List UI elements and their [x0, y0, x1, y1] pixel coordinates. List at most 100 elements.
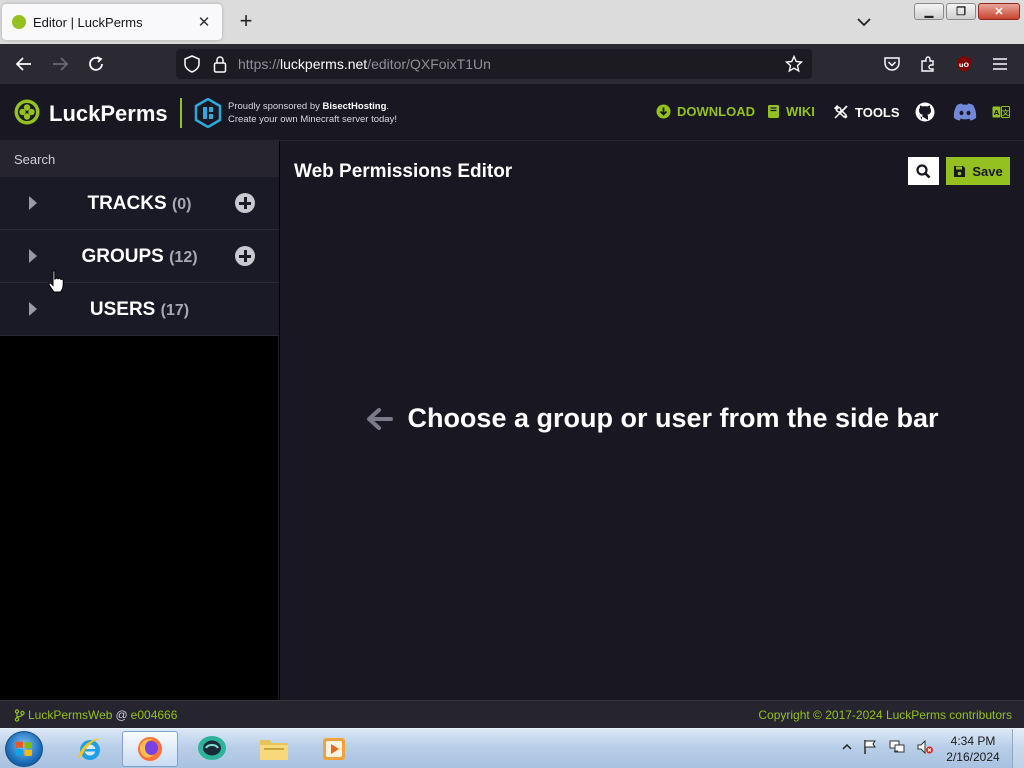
taskbar-file-explorer[interactable] — [246, 731, 302, 767]
extensions-button[interactable] — [918, 54, 938, 74]
clock-date: 2/16/2024 — [946, 750, 1000, 764]
git-branch-icon — [14, 708, 25, 722]
forward-button[interactable] — [50, 54, 70, 74]
add-group-button[interactable] — [235, 246, 255, 266]
pocket-icon — [884, 57, 900, 71]
site-security-icon[interactable] — [210, 54, 230, 74]
nav-discord[interactable] — [953, 103, 977, 121]
windows-taskbar: 4:34 PM 2/16/2024 — [0, 728, 1024, 768]
folder-icon — [260, 740, 288, 760]
tracks-count: (0) — [171, 196, 192, 213]
empty-state: Choose a group or user from the side bar — [280, 403, 1024, 434]
restore-button[interactable]: ❐ — [946, 3, 976, 20]
bookmark-button[interactable] — [784, 54, 804, 74]
ublock-origin-button[interactable]: uO — [954, 54, 974, 74]
lock-icon — [213, 56, 227, 73]
nav-wiki[interactable]: WIKI — [767, 104, 815, 119]
new-tab-button[interactable]: + — [234, 9, 258, 33]
shield-icon — [184, 55, 200, 73]
browser-tab-strip: Editor | LuckPerms ✕ + ▁ ❐ ✕ — [0, 0, 1024, 44]
ublock-origin-icon: uO — [957, 56, 971, 72]
svg-text:uO: uO — [959, 61, 970, 69]
nav-download-label: DOWNLOAD — [677, 104, 755, 119]
nav-tools-label: TOOLS — [855, 104, 900, 120]
project-name: LuckPermsWeb — [28, 708, 113, 722]
taskbar-app-green[interactable] — [184, 731, 240, 767]
internet-explorer-icon — [78, 738, 102, 760]
clock-time: 4:34 PM — [950, 734, 996, 748]
sidebar-search-input[interactable] — [0, 141, 279, 177]
taskbar-clock[interactable]: 4:34 PM 2/16/2024 — [940, 733, 1006, 765]
nav-tools[interactable]: TOOLS — [833, 104, 900, 120]
url-path: /editor/QXFoixT1Un — [367, 56, 491, 72]
book-icon — [768, 105, 779, 118]
list-all-tabs-button[interactable] — [852, 12, 876, 32]
sidebar-item-tracks[interactable]: TRACKS (0) — [0, 177, 279, 230]
site-header: LuckPerms Proudly sponsored by BisectHos… — [0, 84, 1024, 141]
url-prefix: https:// — [238, 56, 281, 72]
sponsor-tagline: Create your own Minecraft server today! — [228, 114, 397, 125]
users-count: (17) — [160, 302, 190, 319]
network-icon[interactable] — [888, 739, 906, 755]
start-button[interactable] — [5, 731, 43, 767]
volume-muted-icon[interactable] — [916, 739, 934, 755]
sidebar-item-label: USERS (17) — [0, 299, 279, 321]
groups-count: (12) — [169, 249, 198, 266]
reload-button[interactable] — [86, 54, 106, 74]
reload-icon — [89, 56, 103, 71]
taskbar-media-player[interactable] — [306, 731, 362, 767]
chevron-down-icon — [857, 18, 871, 27]
tools-icon — [833, 104, 848, 119]
bisecthosting-logo-icon[interactable] — [194, 98, 222, 128]
nav-download[interactable]: DOWNLOAD — [656, 104, 755, 119]
arrow-left-icon — [15, 57, 31, 71]
firefox-icon — [138, 737, 162, 761]
action-center-flag-icon[interactable] — [862, 739, 878, 755]
sponsor-suffix: . — [386, 101, 390, 112]
hamburger-menu-icon — [993, 58, 1007, 70]
sidebar-item-groups[interactable]: GROUPS (12) — [0, 230, 279, 283]
arrow-left-icon — [367, 407, 394, 430]
sidebar-item-users[interactable]: USERS (17) — [0, 283, 279, 336]
url-text[interactable]: https://luckperms.net/editor/QXFoixT1Un — [238, 56, 491, 72]
luckperms-logo-icon[interactable] — [14, 99, 40, 125]
nav-language[interactable]: A文 — [992, 106, 1010, 118]
url-bar[interactable]: https://luckperms.net/editor/QXFoixT1Un — [176, 49, 812, 79]
floppy-disk-icon — [954, 165, 966, 177]
empty-state-message: Choose a group or user from the side bar — [407, 403, 939, 433]
show-desktop-button[interactable] — [1012, 729, 1024, 768]
minimize-button[interactable]: ▁ — [914, 3, 944, 20]
nav-wiki-label: WIKI — [786, 104, 815, 119]
close-window-button[interactable]: ✕ — [978, 3, 1020, 20]
brand-name[interactable]: LuckPerms — [49, 101, 168, 127]
close-tab-button[interactable]: ✕ — [196, 13, 212, 31]
tracking-protection-icon[interactable] — [182, 54, 202, 74]
sponsor-prefix: Proudly sponsored by — [228, 101, 323, 112]
nav-github[interactable] — [915, 102, 935, 122]
show-hidden-icons-icon[interactable] — [842, 742, 852, 752]
add-track-button[interactable] — [235, 193, 255, 213]
url-host: luckperms.net — [280, 56, 368, 72]
sponsor-text[interactable]: Proudly sponsored by BisectHosting. Crea… — [228, 100, 397, 126]
at-symbol: @ — [115, 708, 128, 722]
taskbar-internet-explorer[interactable] — [62, 731, 118, 767]
copyright[interactable]: Copyright © 2017-2024 LuckPerms contribu… — [758, 708, 1012, 722]
arrow-right-icon — [53, 57, 69, 71]
back-button[interactable] — [14, 54, 34, 74]
site-footer: LuckPermsWeb @ e004666 Copyright © 2017-… — [0, 700, 1024, 728]
commit-hash[interactable]: e004666 — [131, 708, 178, 722]
window-controls: ▁ ❐ ✕ — [914, 3, 1020, 20]
chat-app-icon — [198, 736, 226, 760]
pocket-button[interactable] — [882, 54, 902, 74]
save-button-label: Save — [972, 163, 1003, 179]
app-menu-button[interactable] — [990, 54, 1010, 74]
browser-tab[interactable]: Editor | LuckPerms ✕ — [2, 4, 222, 40]
save-button[interactable]: Save — [946, 157, 1010, 185]
search-button[interactable] — [908, 157, 939, 185]
version-info[interactable]: LuckPermsWeb @ e004666 — [14, 708, 177, 722]
tab-title: Editor | LuckPerms — [33, 14, 143, 30]
language-icon: A文 — [992, 106, 1010, 118]
groups-label: GROUPS — [81, 246, 164, 267]
taskbar-firefox[interactable] — [122, 731, 178, 767]
luckperms-favicon-icon — [12, 15, 26, 29]
